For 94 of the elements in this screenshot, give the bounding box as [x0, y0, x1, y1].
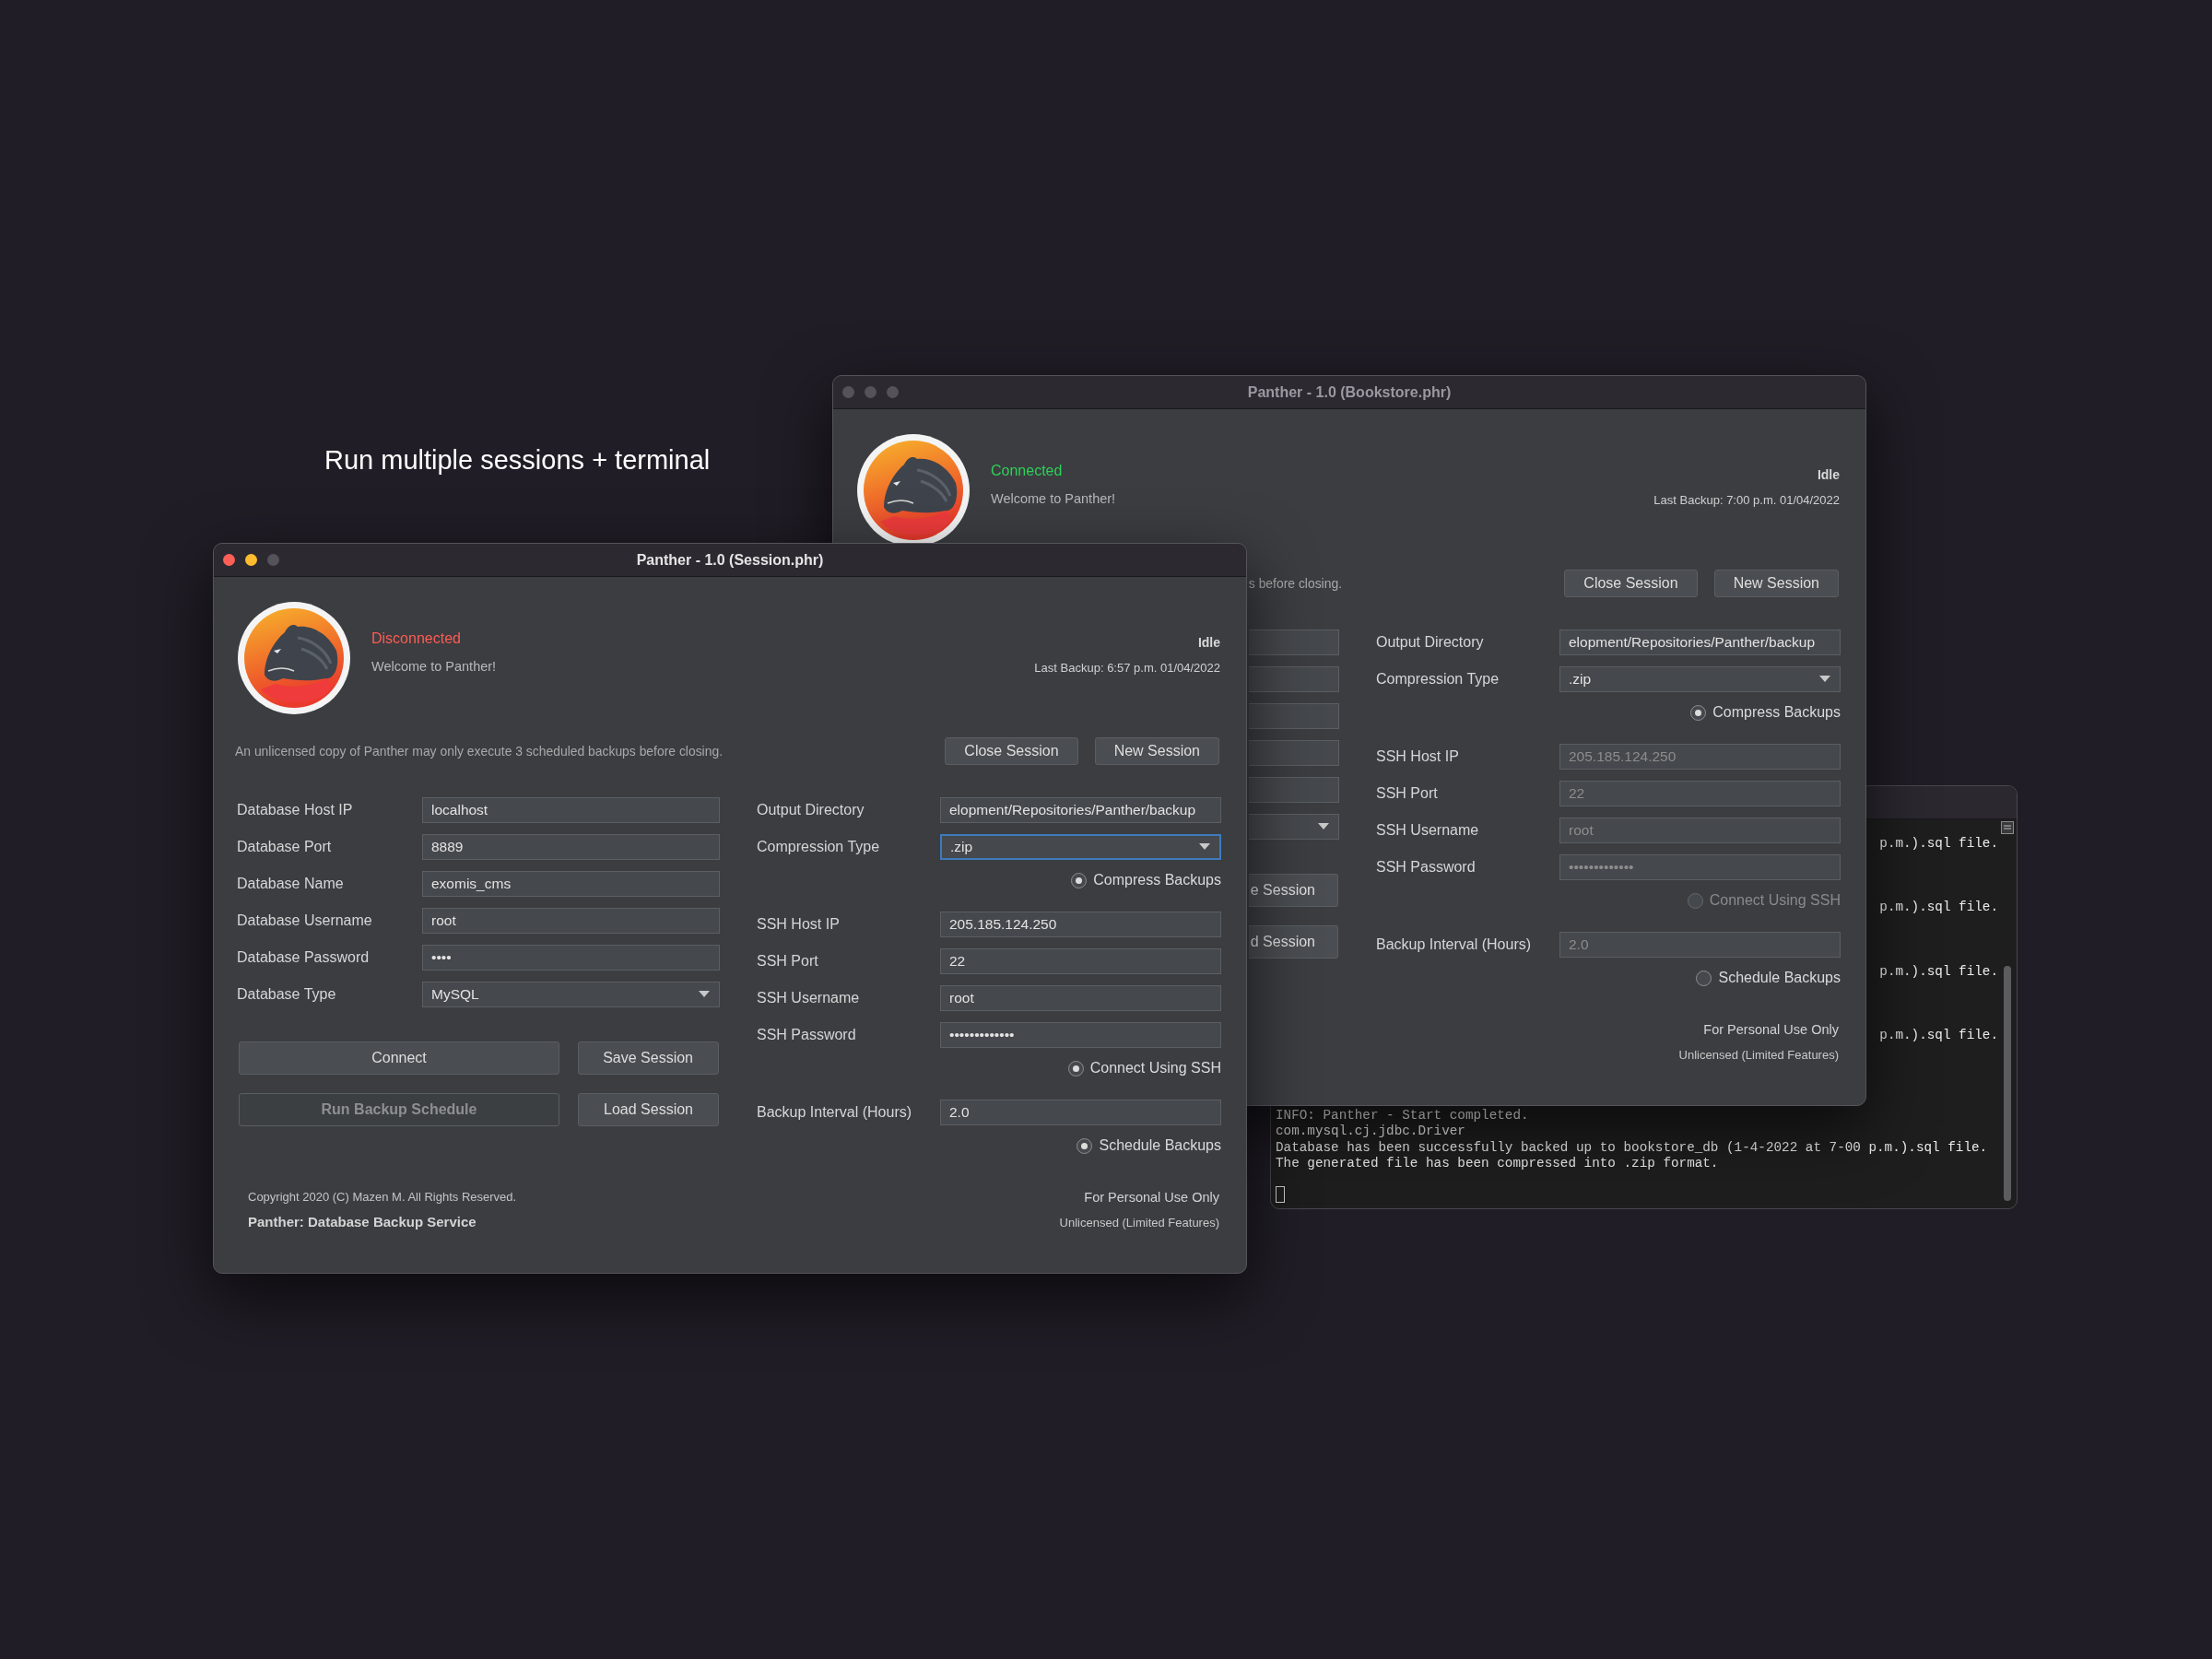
caret-icon — [699, 991, 710, 998]
session-button[interactable]: New Session — [1094, 737, 1219, 765]
dropdown[interactable]: .zip — [1559, 666, 1841, 692]
action-button[interactable]: d Session — [1249, 925, 1338, 959]
license-notice: An unlicensed copy of Panther may only execute 3 scheduled backups before closing. — [235, 742, 723, 760]
zoom-button[interactable] — [267, 554, 279, 566]
license-text: For Personal Use Only — [1084, 1189, 1219, 1206]
field-label: Database Host IP — [237, 802, 353, 818]
action-button[interactable]: Connect — [239, 1041, 559, 1075]
terminal-line: Database has been successfully backed up to bookstore_db (1-4-2022 at 7-00 p.m.).sql file. — [1276, 1139, 1989, 1157]
field-label: SSH Username — [757, 989, 861, 1007]
action-button[interactable]: Load Session — [578, 1093, 719, 1126]
copyright-text: Copyright 2020 (C) Mazen M. All Rights Reserved. — [248, 1189, 517, 1206]
field-label: Output Directory — [757, 801, 865, 819]
radio-option[interactable]: Connect Using SSH — [1067, 1059, 1221, 1077]
terminal-line: p.m.).sql file. — [1879, 963, 1998, 980]
session-button[interactable]: New Session — [1713, 570, 1839, 597]
field-label: SSH Username — [1376, 821, 1480, 840]
text-field[interactable] — [1249, 629, 1339, 655]
menu-icon[interactable] — [2001, 821, 2014, 834]
text-field[interactable]: exomis_cms — [422, 871, 720, 897]
license-notice: s before closing. — [1248, 574, 1342, 593]
scrollbar-thumb[interactable] — [2004, 966, 2011, 1201]
minimize-button[interactable] — [245, 554, 257, 566]
field-label: Compression Type — [1376, 670, 1500, 688]
welcome-text: Welcome to Panther! — [371, 658, 497, 676]
backup-state: Idle — [1817, 466, 1840, 484]
field-label: SSH Password — [757, 1026, 857, 1044]
license-text: Unlicensed (Limited Features) — [1059, 1214, 1219, 1231]
field-label: SSH Password — [1376, 858, 1477, 877]
window-title: Panther - 1.0 (Bookstore.phr) — [1247, 382, 1452, 402]
zoom-button[interactable] — [887, 386, 899, 398]
text-field[interactable]: elopment/Repositories/Panther/backup — [1559, 629, 1841, 655]
action-button[interactable]: e Session — [1249, 874, 1338, 907]
welcome-text: Welcome to Panther! — [991, 490, 1116, 508]
text-field[interactable]: elopment/Repositories/Panther/backup — [940, 797, 1221, 823]
close-button[interactable] — [223, 554, 235, 566]
text-field[interactable]: 8889 — [422, 834, 720, 860]
field-label: Database Username — [237, 912, 372, 928]
radio-option[interactable]: Schedule Backups — [1696, 969, 1841, 987]
terminal-line: The generated file has been compressed into .zip format. — [1276, 1156, 1720, 1172]
field-label: Database Password — [237, 949, 370, 965]
field-label: Compression Type — [757, 838, 881, 856]
caret-icon — [1819, 676, 1830, 683]
headline: Run multiple sessions + terminal — [324, 444, 711, 477]
terminal-line: INFO: Panther - Start completed. — [1276, 1108, 1530, 1124]
dropdown[interactable]: .zip — [940, 834, 1221, 860]
text-field[interactable] — [1249, 703, 1339, 729]
license-text: Unlicensed (Limited Features) — [1678, 1046, 1839, 1064]
session-button[interactable]: Close Session — [1564, 570, 1698, 597]
terminal-line: p.m.).sql file. — [1879, 836, 1998, 853]
caret-icon — [1199, 843, 1210, 851]
text-field[interactable] — [1249, 666, 1339, 692]
field-label: Database Type — [237, 986, 336, 1002]
text-field[interactable]: root — [940, 985, 1221, 1011]
terminal-line: p.m.).sql file. — [1879, 1027, 1998, 1044]
text-field[interactable]: •••• — [422, 945, 720, 971]
text-field[interactable] — [1249, 777, 1339, 803]
field-label: Database Port — [237, 839, 332, 854]
text-field[interactable]: 2.0 — [940, 1100, 1221, 1125]
action-button[interactable]: Save Session — [578, 1041, 719, 1075]
dropdown[interactable]: MySQL — [422, 982, 720, 1007]
caret-icon — [1318, 823, 1329, 830]
text-field[interactable]: ••••••••••••• — [940, 1022, 1221, 1048]
text-field[interactable]: 22 — [940, 948, 1221, 974]
last-backup-time: Last Backup: 7:00 p.m. 01/04/2022 — [1653, 492, 1840, 509]
text-field[interactable]: root — [422, 908, 720, 934]
last-backup-time: Last Backup: 6:57 p.m. 01/04/2022 — [1034, 660, 1220, 677]
radio-option[interactable]: Schedule Backups — [1077, 1136, 1221, 1155]
radio-option[interactable]: Compress Backups — [1690, 703, 1841, 722]
dropdown[interactable] — [1249, 814, 1339, 840]
product-name: Panther: Database Backup Service — [248, 1212, 477, 1231]
license-text: For Personal Use Only — [1703, 1021, 1839, 1039]
field-label: Output Directory — [1376, 633, 1485, 652]
field-label: SSH Port — [1376, 784, 1439, 803]
terminal-line: com.mysql.cj.jdbc.Driver — [1276, 1124, 1466, 1140]
panther-logo-icon — [237, 601, 351, 715]
connection-status: Disconnected — [371, 629, 462, 648]
text-field[interactable]: 205.185.124.250 — [940, 912, 1221, 937]
cursor-icon — [1276, 1186, 1285, 1204]
text-field[interactable]: localhost — [422, 797, 720, 823]
field-label: Database Name — [237, 876, 344, 891]
backup-state: Idle — [1197, 634, 1220, 652]
field-label: SSH Host IP — [757, 915, 841, 934]
connection-status: Connected — [991, 462, 1064, 480]
field-label: SSH Host IP — [1376, 747, 1460, 766]
terminal-line: p.m.).sql file. — [1879, 900, 1998, 916]
session-button[interactable]: Close Session — [945, 737, 1078, 765]
field-label: Backup Interval (Hours) — [1376, 935, 1533, 954]
text-field[interactable] — [1249, 740, 1339, 766]
field-label: SSH Port — [757, 952, 819, 971]
field-label: Backup Interval (Hours) — [757, 1103, 913, 1122]
window-title: Panther - 1.0 (Session.phr) — [636, 550, 824, 570]
radio-option[interactable]: Compress Backups — [1071, 871, 1221, 889]
